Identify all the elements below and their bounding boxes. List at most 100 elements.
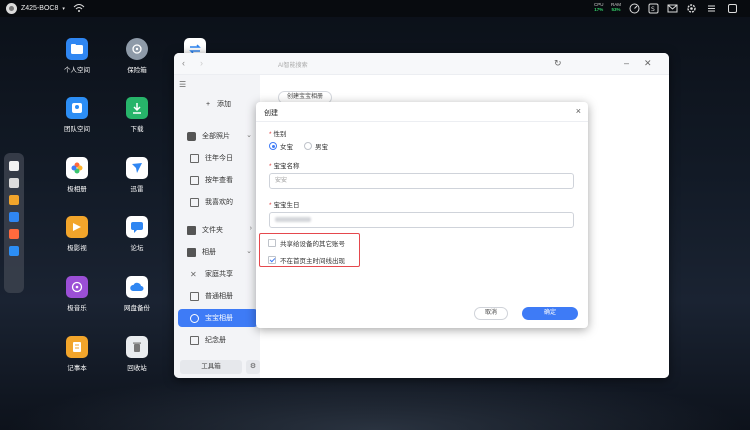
photos-icon <box>187 131 196 141</box>
desktop-icon-music[interactable]: 极音乐 <box>57 276 97 312</box>
ram-stat[interactable]: RAM 53% <box>611 2 621 12</box>
sidebar-item-label: 家庭共享 <box>205 271 233 278</box>
minimize-icon[interactable]: – <box>624 58 629 68</box>
dock-photos-icon[interactable] <box>9 229 19 239</box>
forum-icon <box>126 216 148 238</box>
checkbox <box>268 256 276 264</box>
apps-grid-icon[interactable] <box>9 178 19 188</box>
dock-app-icon[interactable] <box>9 195 19 205</box>
device-name: Z425-BOC8 <box>21 5 59 12</box>
window-titlebar: ‹ › AI智能搜索 ↻ – ✕ <box>174 53 669 75</box>
confirm-button[interactable]: 确定 <box>522 307 578 320</box>
sidebar-item-label: 按年查看 <box>205 177 233 184</box>
trash-icon <box>126 336 148 358</box>
baby-birthday-input[interactable] <box>269 212 574 228</box>
notepad-icon <box>66 336 88 358</box>
sidebar-item-by-year[interactable]: 按年查看 <box>178 171 258 189</box>
menu-icon[interactable] <box>706 3 717 14</box>
desktop-icon[interactable] <box>9 161 19 171</box>
sidebar-item-all-photos[interactable]: 全部照片 ⌄ <box>178 127 258 145</box>
sidebar-item-label: 我喜欢的 <box>205 199 233 206</box>
divider <box>256 121 588 122</box>
year-icon <box>190 175 199 185</box>
checkbox-label: 不在首页主时间线出现 <box>280 258 345 265</box>
download-icon <box>126 97 148 119</box>
radio-girl[interactable]: 女宝 <box>269 141 293 151</box>
calendar-icon <box>190 153 199 163</box>
baby-name-label-text: 宝宝名称 <box>273 163 300 170</box>
plus-icon: + <box>206 101 211 108</box>
desktop-icon-label: 下载 <box>130 126 144 133</box>
back-arrow-icon[interactable]: ‹ <box>182 58 185 68</box>
close-window-icon[interactable]: ✕ <box>644 58 652 69</box>
radio-boy[interactable]: 男宝 <box>304 141 328 151</box>
create-dialog: 创建 × * 性别 女宝 男宝 * 宝宝名称 安安 * 宝宝生日 共享给设备的其它账号… <box>256 102 588 328</box>
settings-gear-icon[interactable]: ⚙ <box>246 360 260 374</box>
toolbox-button[interactable]: 工具箱 <box>180 360 242 374</box>
desktop-icon-notepad[interactable]: 记事本 <box>57 336 97 372</box>
album-icon <box>187 247 196 257</box>
baby-name-label: * 宝宝名称 <box>269 160 300 170</box>
desktop-icon-recycle-bin[interactable]: 回收站 <box>117 336 157 372</box>
dock-folder-icon[interactable] <box>9 246 19 256</box>
checkbox-hide-from-timeline[interactable]: 不在首页主时间线出现 <box>268 255 345 265</box>
flower-icon <box>66 157 88 179</box>
device-account[interactable]: Z425-BOC8 ▾ <box>6 3 65 14</box>
desktop-icon-video[interactable]: 极影视 <box>57 216 97 252</box>
sidebar-item-memorial[interactable]: 纪念册 <box>178 331 258 349</box>
required-mark: * <box>269 202 272 209</box>
checkbox-share-accounts[interactable]: 共享给设备的其它账号 <box>268 238 345 248</box>
sidebar-item-folders[interactable]: 文件夹 › <box>178 221 258 239</box>
sidebar-item-label: 普通相册 <box>205 293 233 300</box>
chevron-right-icon: › <box>249 225 252 232</box>
sidebar-item-normal-albums[interactable]: 普通相册 <box>178 287 258 305</box>
sidebar-item-family-share[interactable]: ✕ 家庭共享 <box>178 265 258 283</box>
desktop-icon-label: 个人空间 <box>64 67 90 74</box>
cancel-button[interactable]: 取消 <box>474 307 508 320</box>
sidebar-item-favorites[interactable]: 我喜欢的 <box>178 193 258 211</box>
desktop-icon-forum[interactable]: 论坛 <box>117 216 157 252</box>
baby-name-input[interactable]: 安安 <box>269 173 574 189</box>
dock-app-icon[interactable] <box>9 212 19 222</box>
ai-search-input[interactable]: AI智能搜索 <box>278 60 308 69</box>
sidebar-item-label: 文件夹 <box>202 227 223 234</box>
sidebar-item-albums[interactable]: 相册 ⌄ <box>178 243 258 261</box>
desktop-icon-team-space[interactable]: 团队空间 <box>57 97 97 133</box>
refresh-icon[interactable]: ↻ <box>554 58 562 69</box>
add-button[interactable]: + 添加 <box>206 99 231 109</box>
desktop-icon-thunder[interactable]: 迅雷 <box>117 157 157 193</box>
desktop-icon-label: 回收站 <box>127 365 147 372</box>
desktop-icon-cloud-backup[interactable]: 网盘备份 <box>117 276 157 312</box>
sidebar-item-label: 相册 <box>202 249 216 256</box>
desktop-icon-photos[interactable]: 极相册 <box>57 157 97 193</box>
mail-icon[interactable] <box>667 3 678 14</box>
collapse-sidebar-icon[interactable]: ☰ <box>179 80 186 89</box>
sidebar-item-baby-albums[interactable]: 宝宝相册 <box>178 309 258 327</box>
close-icon[interactable]: × <box>576 106 581 116</box>
heart-icon <box>190 197 199 207</box>
ram-value: 53% <box>611 7 621 12</box>
share-box-icon[interactable]: S <box>648 3 659 14</box>
baby-icon <box>190 313 199 323</box>
avatar <box>6 3 17 14</box>
forward-arrow-icon[interactable]: › <box>200 58 203 68</box>
add-button-label: 添加 <box>217 101 232 108</box>
video-icon <box>66 216 88 238</box>
folder-icon <box>187 225 196 235</box>
gear-icon[interactable] <box>686 3 697 14</box>
system-topbar: Z425-BOC8 ▾ CPU 17% RAM 53% S <box>0 0 750 17</box>
desktop-icon-download[interactable]: 下载 <box>117 97 157 133</box>
sidebar-item-on-this-day[interactable]: 往年今日 <box>178 149 258 167</box>
wifi-icon[interactable] <box>73 3 85 13</box>
baby-birthday-label-text: 宝宝生日 <box>273 202 300 209</box>
gender-label: * 性别 <box>269 128 287 138</box>
radio-dot <box>269 142 277 150</box>
cloud-icon <box>126 276 148 298</box>
desktop-icon-personal-space[interactable]: 个人空间 <box>57 38 97 74</box>
desktop-icon-safe[interactable]: 保险箱 <box>117 38 157 74</box>
sidebar-item-label: 往年今日 <box>205 155 233 162</box>
gauge-icon[interactable] <box>629 3 640 14</box>
music-icon <box>66 276 88 298</box>
fullscreen-icon[interactable] <box>727 3 738 14</box>
cpu-stat[interactable]: CPU 17% <box>594 2 604 12</box>
